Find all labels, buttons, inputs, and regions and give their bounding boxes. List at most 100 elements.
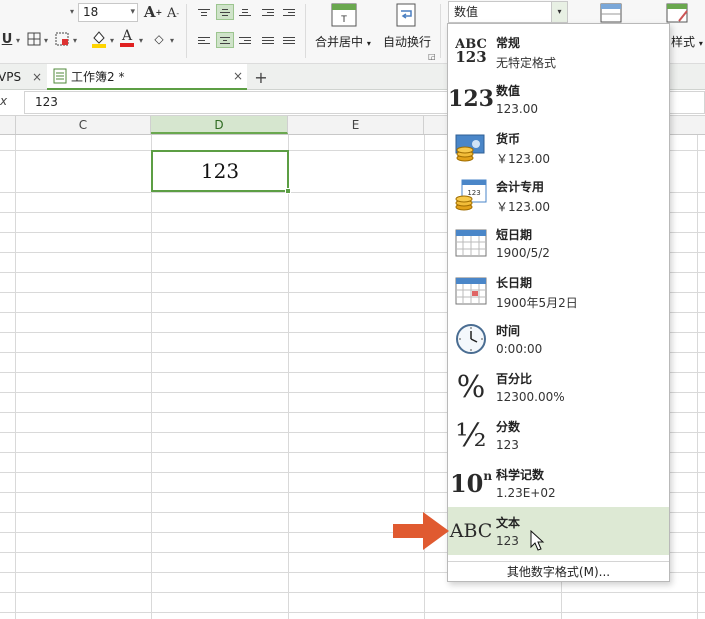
font-size-value: 18 [83,5,99,19]
align-justify-icon[interactable] [259,32,277,48]
chevron-down-icon[interactable]: ▾ [139,36,143,45]
accounting-icon-number: 123 [467,189,480,197]
format-option-long-date[interactable]: 长日期 1900年5月2日 [448,267,669,315]
align-top-icon[interactable] [195,4,213,20]
svg-text:T: T [340,15,347,25]
tab-vps[interactable]: VPS × [0,64,46,90]
fill-color-icon[interactable] [90,29,108,49]
format-option-fraction[interactable]: ½ 分数 123 [448,411,669,459]
mouse-cursor-icon [530,530,545,551]
divider [440,4,441,58]
format-option-accounting[interactable]: 123 会计专用 ￥123.00 [448,171,669,219]
format-name: 文本 [496,516,521,530]
chevron-down-icon[interactable]: ▾ [551,2,567,22]
format-option-percent[interactable]: % 百分比 12300.00% [448,363,669,411]
short-date-icon [453,225,489,261]
format-name: 货币 [496,132,521,146]
general-icon-bottom: 123 [455,48,487,66]
new-tab-button[interactable]: + [252,64,270,90]
merge-center-icon[interactable]: T [331,3,357,27]
number-format-select[interactable]: 数值 ▾ [448,1,568,23]
align-center-icon[interactable] [216,32,234,48]
format-example: 123.00 [496,102,538,116]
format-option-short-date[interactable]: 短日期 1900/5/2 [448,219,669,267]
styles-text: 样式 [671,35,696,49]
align-right-icon[interactable] [236,32,254,48]
format-option-currency[interactable]: 货币 ￥123.00 [448,123,669,171]
fraction-icon: ½ [453,416,489,454]
format-example: ￥123.00 [496,152,550,166]
underline-button[interactable]: U [0,30,14,48]
font-size-input[interactable]: 18 ▾ [78,3,138,22]
format-option-scientific[interactable]: 10 n 科学记数 1.23E+02 [448,459,669,507]
column-header-c[interactable]: C [16,116,151,134]
format-option-time[interactable]: 时间 0:00:00 [448,315,669,363]
spreadsheet-file-icon [53,68,67,84]
grid-line [0,612,705,613]
text-glyph: ABC [449,520,493,542]
fill-pattern-icon[interactable] [54,31,70,47]
format-example: 1900年5月2日 [496,296,578,310]
decrease-font-icon[interactable]: A- [165,5,181,21]
conditional-format-icon[interactable] [598,3,624,25]
long-date-icon [453,273,489,309]
fx-icon[interactable]: x [0,94,7,108]
styles-label[interactable]: 样式 ▾ [671,33,703,50]
tab-label: 工作簿2 * [71,69,125,84]
chevron-down-icon[interactable]: ▾ [44,36,48,45]
wrap-text-label[interactable]: 自动换行 [383,33,431,50]
chevron-down-icon[interactable]: ▾ [110,36,114,45]
format-option-text[interactable]: ABC 文本 123 [448,507,669,555]
font-color-icon[interactable]: A [119,28,135,48]
format-example: 12300.00% [496,390,565,404]
wrap-text-icon[interactable] [394,3,418,27]
column-header-b[interactable] [0,116,16,134]
indent-decrease-icon[interactable] [259,4,277,20]
tab-workbook2[interactable]: 工作簿2 * × [47,64,247,90]
align-left-icon[interactable] [195,32,213,48]
table-style-icon[interactable] [664,3,690,25]
format-option-general[interactable]: ABC 123 常规 无特定格式 [448,27,669,75]
chevron-down-icon[interactable]: ▾ [170,36,174,45]
grid-line [15,135,16,619]
more-number-formats-button[interactable]: 其他数字格式(M)... [448,561,669,581]
tab-label: VPS [0,70,22,84]
indent-increase-icon[interactable] [280,4,298,20]
formula-value: 123 [35,95,58,109]
close-icon[interactable]: × [233,69,243,83]
clear-format-icon[interactable]: ◇ [150,31,168,47]
currency-icon [453,129,489,165]
number-format-value: 数值 [454,5,479,19]
grid-line [151,135,152,619]
number-format-dropdown: ABC 123 常规 无特定格式 123 数值 123.00 货币 ￥123.0… [447,23,670,582]
format-name: 时间 [496,324,521,338]
border-icon[interactable] [26,31,42,47]
distribute-icon[interactable] [280,32,298,48]
chevron-down-icon[interactable]: ▾ [73,36,77,45]
chevron-down-icon[interactable]: ▾ [130,4,135,21]
align-middle-icon[interactable] [216,4,234,20]
merge-center-label[interactable]: 合并居中 ▾ [315,33,371,50]
column-header-e[interactable]: E [288,116,424,134]
fill-handle[interactable] [285,188,291,194]
chevron-down-icon[interactable]: ▾ [16,36,20,45]
format-option-number[interactable]: 123 数值 123.00 [448,75,669,123]
number-icon: 123 [448,81,494,117]
pointer-arrow-icon [393,512,449,550]
number-icon-glyph: 123 [448,86,494,112]
format-example: 无特定格式 [496,56,557,70]
column-header-d[interactable]: D [151,116,288,134]
format-name: 短日期 [496,228,533,242]
format-example: 1900/5/2 [496,246,550,260]
format-name: 百分比 [496,372,533,386]
dialog-launcher-icon[interactable]: ◲ [428,52,436,61]
align-bottom-icon[interactable] [236,4,254,20]
increase-font-icon[interactable]: A + [144,3,162,21]
close-icon[interactable]: × [32,70,42,84]
selected-cell-d[interactable]: 123 [151,150,291,194]
sci-exp-glyph: n [483,469,493,483]
font-name-dropdown-icon[interactable]: ▾ [70,7,74,16]
format-example: ￥123.00 [496,200,550,214]
format-example: 1.23E+02 [496,486,556,500]
percent-glyph: % [456,369,486,405]
